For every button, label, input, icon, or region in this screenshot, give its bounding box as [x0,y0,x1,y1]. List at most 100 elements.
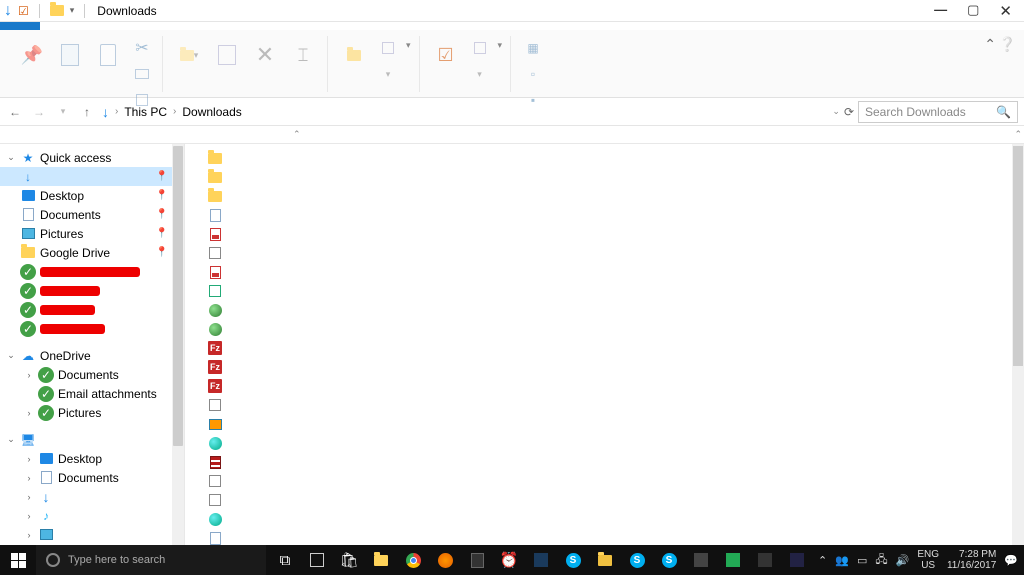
nav-redacted-item[interactable]: ✓ [0,281,184,300]
minimize-button[interactable]: — [934,2,947,20]
cortana-search[interactable]: Type here to search [36,545,266,575]
search-input[interactable]: Search Downloads 🔍 [858,101,1018,123]
taskbar-app-icon[interactable] [718,545,748,575]
file-item-zip[interactable] [207,454,223,470]
chevron-right-icon[interactable]: › [24,511,34,521]
file-item-app[interactable] [207,283,223,299]
content-scrollbar[interactable] [1012,144,1024,553]
tray-network-icon[interactable]: 🖧 [875,551,887,570]
nav-onedrive-pictures[interactable]: › ✓ Pictures [0,403,184,422]
nav-onedrive[interactable]: ⌄ ☁ OneDrive [0,346,184,365]
column-header[interactable]: ⌃ ⌃ [0,126,1024,144]
chevron-right-icon[interactable]: › [24,492,34,502]
up-button[interactable]: ↑ [78,103,96,121]
paste-shortcut-button[interactable] [130,88,154,112]
taskbar-skype-icon[interactable]: S [622,545,652,575]
nav-redacted-item[interactable]: ✓ [0,300,184,319]
nav-redacted-item[interactable]: ✓ [0,262,184,281]
nav-pc-downloads[interactable]: › ↓ [0,487,184,506]
cut-button[interactable]: ✂ [130,36,154,60]
breadcrumb[interactable]: ↓ › This PC › Downloads [102,104,826,120]
file-item-app[interactable] [207,473,223,489]
nav-pictures[interactable]: Pictures 📍 [0,224,184,243]
qat-folder-icon[interactable] [50,5,64,16]
recent-dropdown-icon[interactable]: ▾ [54,103,72,121]
close-button[interactable]: ✕ [999,2,1012,20]
file-item-filezilla[interactable]: Fz [207,359,223,375]
file-item-app[interactable] [207,321,223,337]
file-item-app[interactable] [207,245,223,261]
file-item-doc[interactable] [207,530,223,546]
chevron-down-icon[interactable]: ⌄ [6,350,16,361]
properties-button[interactable]: ☑ [430,36,462,74]
file-item-pdf[interactable] [207,264,223,280]
copy-path-button[interactable] [130,62,154,86]
maximize-button[interactable]: ▢ [967,2,979,20]
chevron-right-icon[interactable]: › [24,408,34,418]
chevron-right-icon[interactable]: › [24,454,34,464]
tray-notifications-icon[interactable]: 💬 [1004,554,1018,567]
file-item-app[interactable] [207,511,223,527]
nav-downloads[interactable]: ↓ 📍 [0,167,184,186]
breadcrumb-downloads[interactable]: Downloads [182,105,241,119]
content-scroll-up-icon[interactable]: ⌃ [1014,129,1022,140]
taskbar-app-icon[interactable] [750,545,780,575]
file-item-image[interactable] [207,416,223,432]
nav-scroll-thumb[interactable] [173,146,183,446]
taskbar-chrome-icon[interactable] [398,545,428,575]
taskbar-explorer-icon[interactable] [366,545,396,575]
file-item-filezilla[interactable]: Fz [207,340,223,356]
file-item-folder[interactable] [207,150,223,166]
open-button[interactable] [468,36,492,60]
new-item-button[interactable] [376,36,400,60]
delete-button[interactable]: ✕ [249,36,281,74]
nav-quick-access[interactable]: ⌄ ★ Quick access [0,148,184,167]
select-all-button[interactable]: ▦ [521,36,545,60]
task-view-icon[interactable]: ⧉ [270,545,300,575]
nav-scrollbar[interactable] [172,144,184,553]
copy-button[interactable] [54,36,86,74]
history-button[interactable]: ▾ [468,62,492,86]
tray-volume-icon[interactable]: 🔊 [896,554,910,567]
select-none-button[interactable]: ▫ [521,62,545,86]
nav-google-drive[interactable]: Google Drive 📍 [0,243,184,262]
file-item-app[interactable] [207,302,223,318]
chevron-right-icon[interactable]: › [24,530,34,540]
qat-downloads-icon[interactable]: ↓ [4,2,12,20]
collapse-ribbon-icon[interactable]: ⌃ [984,36,996,53]
taskbar-firefox-icon[interactable] [430,545,460,575]
qat-properties-icon[interactable]: ☑ [18,4,29,18]
taskbar-app-icon[interactable] [526,545,556,575]
taskbar-app-icon[interactable] [686,545,716,575]
taskbar-store-icon[interactable]: 🛍 [334,545,364,575]
refresh-button[interactable]: ⟳ [844,105,854,119]
tray-language[interactable]: ENG US [917,549,939,571]
chevron-right-icon[interactable]: › [24,473,34,483]
chevron-right-icon[interactable]: › [24,370,34,380]
nav-onedrive-documents[interactable]: › ✓ Documents [0,365,184,384]
content-pane[interactable]: Fz Fz Fz [185,144,1024,553]
breadcrumb-sep-icon[interactable]: › [173,106,176,117]
nav-pc-desktop[interactable]: › Desktop [0,449,184,468]
tray-battery-icon[interactable]: ▭ [857,554,867,567]
ribbon-tab-file[interactable] [0,22,40,30]
chevron-down-icon[interactable]: ⌄ [6,434,16,445]
nav-desktop[interactable]: Desktop 📍 [0,186,184,205]
file-item-pdf[interactable] [207,226,223,242]
file-item-folder[interactable] [207,188,223,204]
taskbar-calculator-icon[interactable] [462,545,492,575]
open-dropdown-icon[interactable]: ▾ [498,40,503,51]
file-item-app[interactable] [207,435,223,451]
forward-button[interactable]: → [30,103,48,121]
nav-pc-item[interactable]: › [0,525,184,544]
nav-onedrive-email[interactable]: ✓ Email attachments [0,384,184,403]
new-dropdown-icon[interactable]: ▾ [406,40,411,51]
taskbar-app-icon[interactable] [302,545,332,575]
taskbar-app-icon[interactable] [590,545,620,575]
copy-to-button[interactable] [211,36,243,74]
nav-redacted-item[interactable]: ✓ [0,319,184,338]
rename-button[interactable]: ⌶ [287,36,319,74]
help-icon[interactable]: ❔ [999,36,1016,53]
qat-dropdown-icon[interactable]: ▾ [70,5,75,16]
nav-pc-documents[interactable]: › Documents [0,468,184,487]
